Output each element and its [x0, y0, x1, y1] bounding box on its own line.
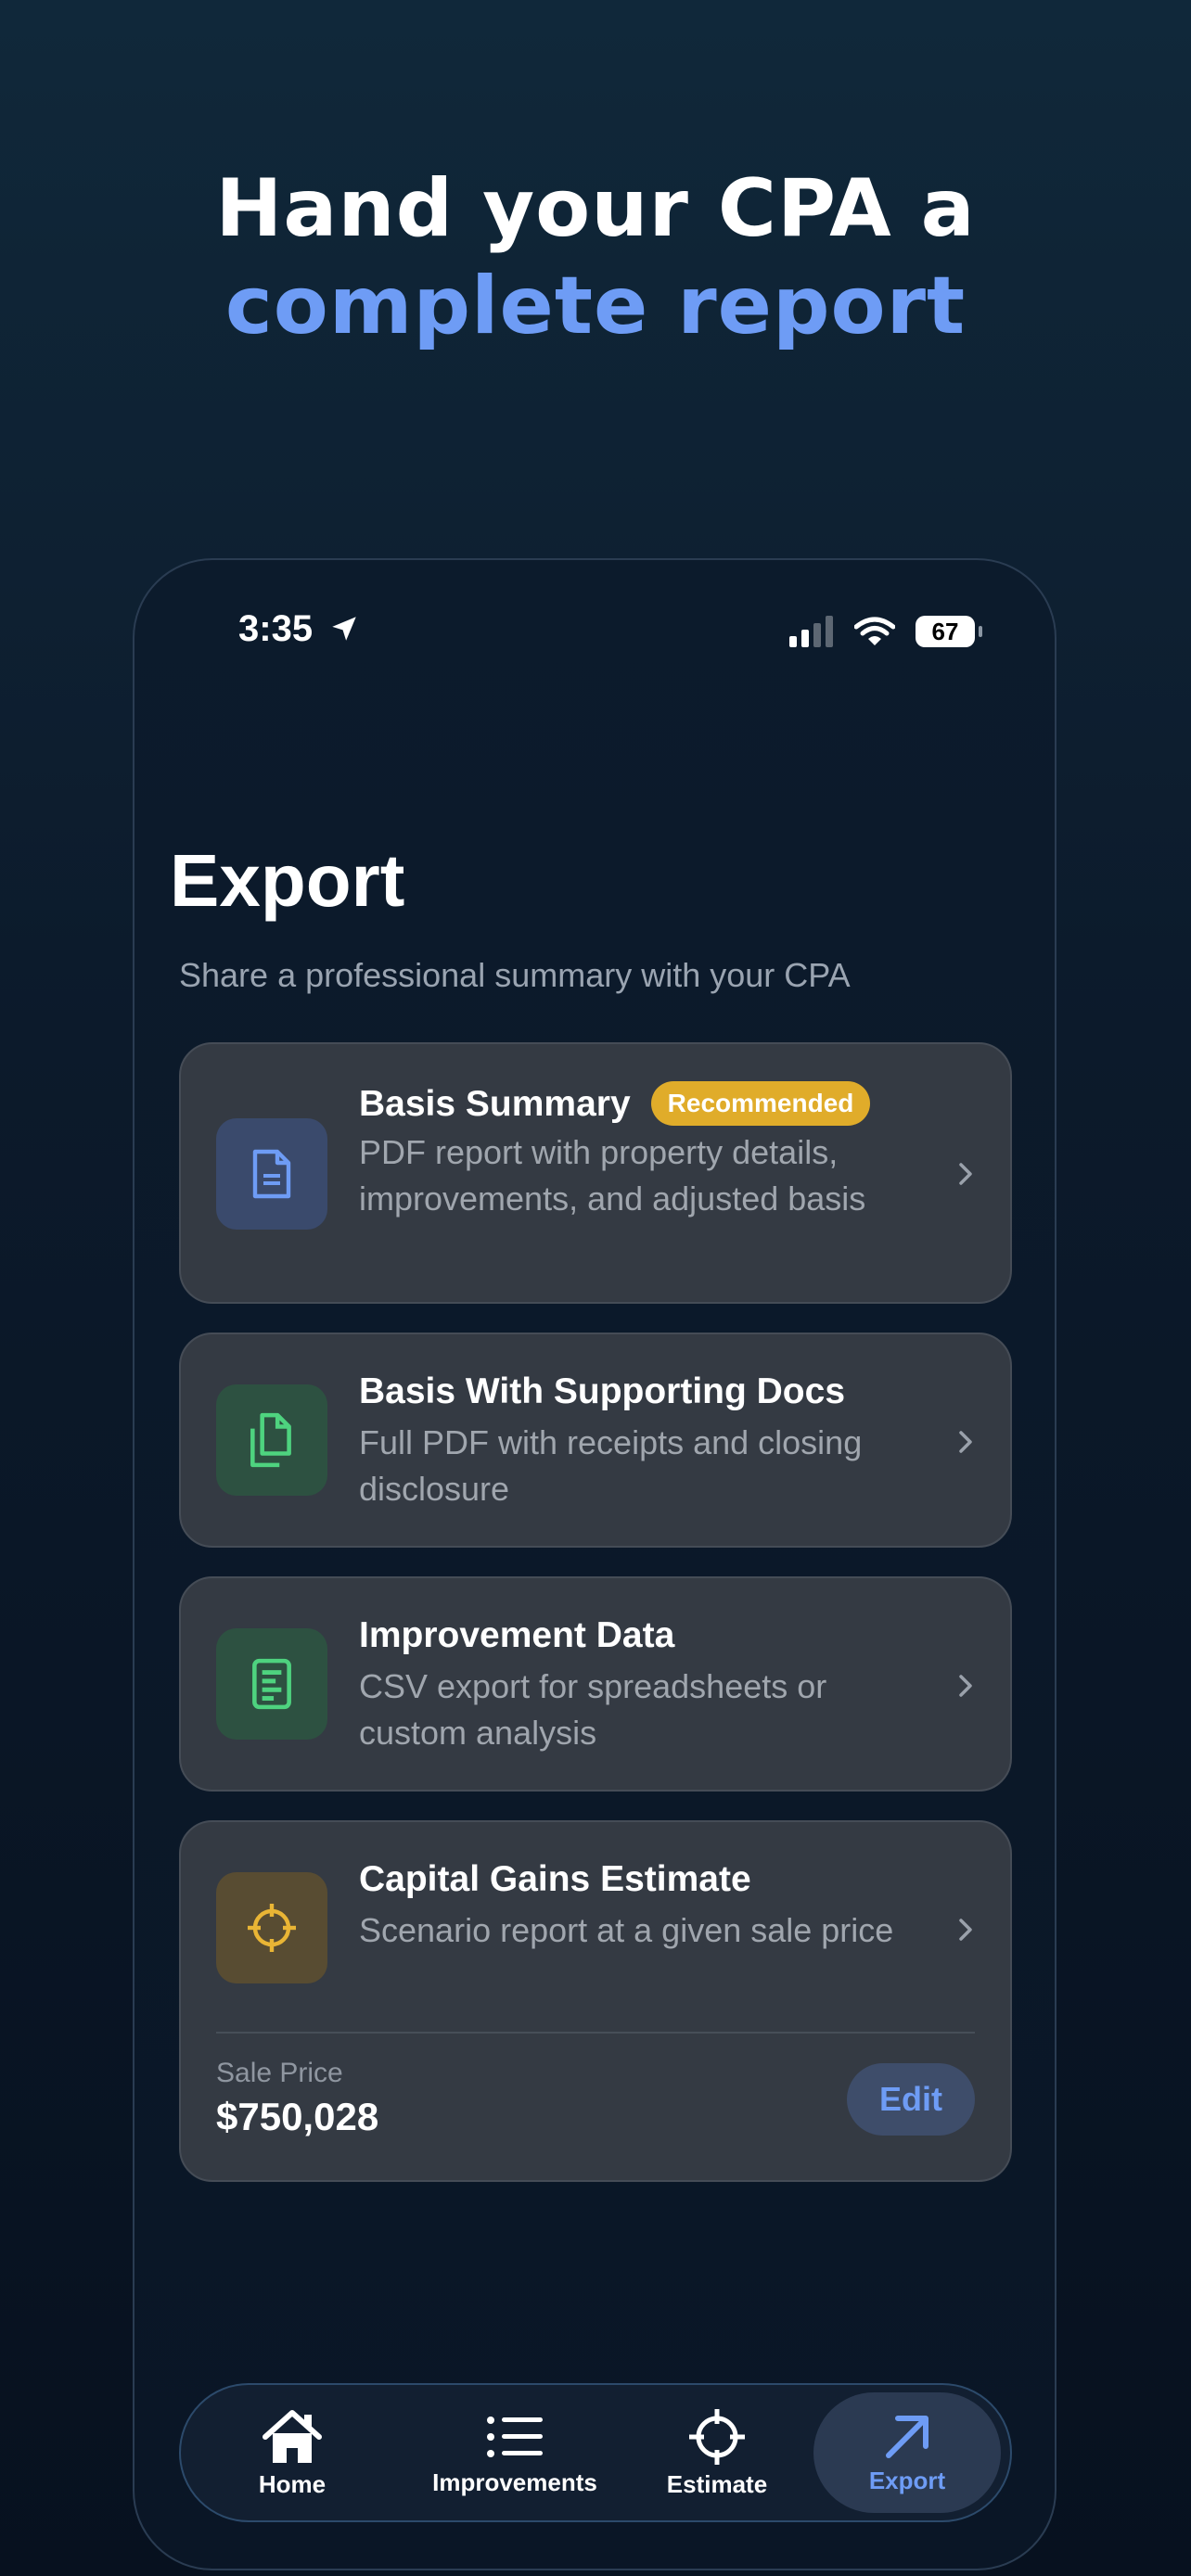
headline-line-1: Hand your CPA a [215, 162, 976, 255]
tab-export[interactable]: Export [813, 2392, 1001, 2513]
chevron-right-icon [959, 1675, 972, 1697]
documents-icon [216, 1384, 327, 1496]
status-indicators: 67 [789, 616, 982, 647]
wifi-icon [854, 617, 895, 645]
chevron-right-icon [959, 1163, 972, 1185]
option-title: Capital Gains Estimate [359, 1859, 751, 1899]
sale-price-label: Sale Price [216, 2058, 343, 2088]
option-title: Basis Summary Recommended [359, 1081, 871, 1126]
page-title: Export [170, 839, 405, 922]
battery-indicator: 67 [916, 616, 982, 647]
export-option-improvement-data[interactable]: Improvement Data CSV export for spreadsh… [179, 1576, 1012, 1792]
export-option-capital-gains[interactable]: Capital Gains Estimate Scenario report a… [179, 1820, 1012, 2182]
option-description: CSV export for spreadsheets or custom an… [359, 1667, 827, 1752]
spreadsheet-icon [216, 1628, 327, 1740]
tab-home[interactable]: Home [237, 2385, 348, 2520]
option-description: PDF report with property details, improv… [359, 1133, 866, 1218]
chevron-right-icon [959, 1919, 972, 1941]
status-time: 3:35 [238, 608, 360, 650]
page-subtitle: Share a professional summary with your C… [179, 956, 851, 994]
signal-icon [789, 616, 833, 647]
divider [216, 2032, 975, 2034]
tab-label: Estimate [666, 2469, 768, 2498]
chevron-right-icon [959, 1431, 972, 1453]
tab-improvements[interactable]: Improvements [413, 2385, 617, 2520]
headline-line-2: complete report [224, 260, 967, 352]
phone-frame: 3:35 67 Export Share a professional summ… [133, 558, 1057, 2570]
tab-bar: Home Improvements Estimate Export [179, 2383, 1012, 2522]
sale-price-value: $750,028 [216, 2095, 379, 2138]
recommended-badge: Recommended [650, 1081, 871, 1126]
battery-level: 67 [931, 617, 959, 645]
list-icon [487, 2416, 543, 2457]
tab-label: Home [258, 2469, 327, 2498]
export-option-basis-summary[interactable]: Basis Summary Recommended PDF report with… [179, 1042, 1012, 1304]
option-title-text: Basis Summary [359, 1084, 631, 1124]
status-time-text: 3:35 [238, 608, 314, 649]
option-title: Improvement Data [359, 1615, 675, 1655]
location-arrow-icon [332, 617, 356, 641]
home-icon [263, 2409, 322, 2463]
crosshair-icon [689, 2408, 745, 2465]
option-title: Basis With Supporting Docs [359, 1371, 846, 1411]
tab-label: Improvements [432, 2468, 597, 2496]
crosshair-icon [216, 1872, 327, 1983]
arrow-up-right-icon [886, 2415, 928, 2458]
option-description: Full PDF with receipts and closing discl… [359, 1423, 863, 1508]
tab-estimate[interactable]: Estimate [652, 2385, 782, 2520]
tab-label: Export [868, 2466, 946, 2494]
option-description: Scenario report at a given sale price [359, 1911, 894, 1949]
edit-sale-price-button[interactable]: Edit [847, 2063, 975, 2136]
export-option-basis-with-docs[interactable]: Basis With Supporting Docs Full PDF with… [179, 1333, 1012, 1548]
document-icon [216, 1118, 327, 1230]
